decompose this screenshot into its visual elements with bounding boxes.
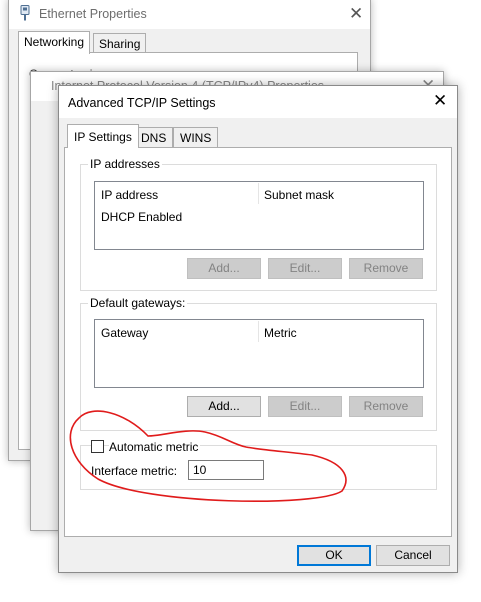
column-separator[interactable] (258, 183, 259, 204)
default-gateways-group-label: Default gateways: (88, 296, 188, 310)
network-adapter-icon (20, 5, 30, 21)
ethernet-close-icon[interactable]: ✕ (349, 4, 363, 24)
interface-metric-input[interactable] (188, 460, 264, 480)
column-separator[interactable] (258, 321, 259, 342)
gateways-list[interactable]: Gateway Metric (94, 319, 424, 388)
advanced-window-title: Advanced TCP/IP Settings (68, 96, 216, 110)
advanced-close-icon[interactable]: ✕ (433, 91, 447, 111)
ip-addresses-group-label: IP addresses (88, 157, 162, 171)
automatic-metric-checkbox[interactable] (91, 440, 104, 453)
ip-addresses-list[interactable]: IP address Subnet mask DHCP Enabled (94, 181, 424, 250)
ethernet-tab-strip: Networking Sharing (18, 31, 358, 54)
advanced-titlebar: Advanced TCP/IP Settings ✕ (59, 86, 457, 118)
ip-addresses-group: IP addresses IP address Subnet mask DHCP… (80, 157, 437, 291)
tab-networking[interactable]: Networking (18, 31, 91, 54)
tab-dns[interactable]: DNS (134, 127, 174, 147)
tab-ip-settings[interactable]: IP Settings (67, 124, 139, 148)
column-header-ip-address[interactable]: IP address (101, 182, 158, 206)
ip-address-row[interactable]: DHCP Enabled (101, 210, 182, 224)
ip-remove-button[interactable]: Remove (349, 258, 423, 279)
gateway-add-button[interactable]: Add... (187, 396, 261, 417)
advanced-tcpip-window: Advanced TCP/IP Settings ✕ IP Settings D… (58, 85, 458, 573)
ok-button[interactable]: OK (297, 545, 371, 566)
advanced-tab-strip: IP Settings DNS WINS (64, 124, 454, 148)
gateway-remove-button[interactable]: Remove (349, 396, 423, 417)
ip-edit-button[interactable]: Edit... (268, 258, 342, 279)
ip-settings-panel: IP addresses IP address Subnet mask DHCP… (64, 147, 452, 537)
automatic-metric-label[interactable]: Automatic metric (109, 440, 201, 454)
gateway-edit-button[interactable]: Edit... (268, 396, 342, 417)
tab-sharing[interactable]: Sharing (93, 33, 147, 53)
cancel-button[interactable]: Cancel (376, 545, 450, 566)
interface-metric-label: Interface metric: (91, 464, 178, 478)
ethernet-window-title: Ethernet Properties (39, 7, 147, 21)
ethernet-titlebar: Ethernet Properties ✕ (9, 0, 370, 29)
column-header-metric[interactable]: Metric (264, 320, 297, 344)
column-header-gateway[interactable]: Gateway (101, 320, 148, 344)
metric-group: Automatic metric Interface metric: (80, 440, 437, 490)
tab-wins[interactable]: WINS (173, 127, 219, 147)
default-gateways-group: Default gateways: Gateway Metric Add... … (80, 296, 437, 431)
column-header-subnet-mask[interactable]: Subnet mask (264, 182, 334, 206)
ip-add-button[interactable]: Add... (187, 258, 261, 279)
